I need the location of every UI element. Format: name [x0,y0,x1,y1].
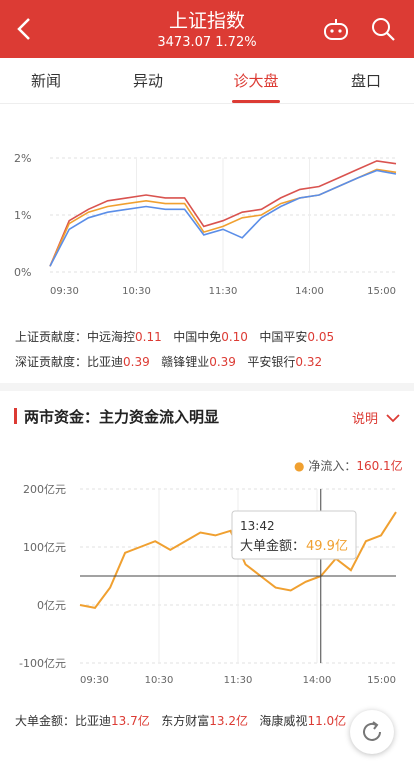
refresh-button[interactable] [350,710,394,754]
tab-news[interactable]: 新闻 [6,70,86,91]
explain-label: 说明 [352,412,379,427]
x-tick-label: 11:30 [209,286,238,297]
tab-movements[interactable]: 异动 [108,70,188,91]
robot-icon[interactable] [322,18,350,42]
contrib-name[interactable]: 中国平安 [259,330,307,344]
y-tick-label: 2% [14,152,31,165]
bottom-label: 大单金额： [15,714,76,728]
legend-dot-icon: ● [294,459,305,473]
tab-bar: 新闻 异动 诊大盘 盘口 [0,58,414,104]
contrib-label: 上证贡献度： [15,330,88,344]
bottom-name[interactable]: 比亚迪 [75,714,111,728]
chart-legend: ● 净流入：160.1亿 [294,457,403,474]
x-tick-label: 09:30 [80,675,109,686]
index-quote: 3473.07 1.72% [157,35,257,50]
y-tick-label: 1% [14,209,31,222]
section-divider [0,383,414,391]
x-tick-label: 10:30 [145,675,174,686]
legend-label: 净流入： [308,459,357,473]
contrib-name[interactable]: 比亚迪 [87,355,123,369]
x-tick-label: 14:00 [303,675,332,686]
chart-tooltip: 13:42 大单金额： 49.9亿 [231,510,357,560]
tab-diagnosis[interactable]: 诊大盘 [216,70,296,91]
search-icon[interactable] [370,16,396,42]
y-tick-label: -100亿元 [19,657,66,670]
contrib-name[interactable]: 中远海控 [87,330,135,344]
y-tick-label: 200亿元 [23,483,66,496]
bottom-value: 13.2亿 [209,714,248,728]
sh-contribution-row: 上证贡献度：中远海控0.11 中国中免0.10 中国平安0.05 [15,328,334,345]
contrib-name[interactable]: 中国中免 [173,330,221,344]
fund-flow-chart[interactable]: -100亿元 0亿元 100亿元 200亿元 09:30 10:30 11:30 14:00 1… [0,475,414,695]
contrib-value: 0.05 [307,330,335,344]
contrib-value: 0.39 [123,355,150,369]
contrib-value: 0.39 [209,355,236,369]
sz-contribution-row: 深证贡献度：比亚迪0.39 赣锋锂业0.39 平安银行0.32 [15,353,322,370]
contrib-value: 0.10 [221,330,248,344]
x-tick-label: 10:30 [122,286,151,297]
y-tick-label: 0% [14,266,31,279]
contrib-label: 深证贡献度： [15,355,88,369]
x-tick-label: 14:00 [295,286,324,297]
active-tab-indicator [232,100,280,103]
app-header: 上证指数 3473.07 1.72% [0,0,414,58]
index-intraday-chart: 0% 1% 2% 09:30 10:30 11:30 14:00 15:00 [14,152,397,297]
tooltip-value: 49.9亿 [306,539,348,554]
contrib-name[interactable]: 赣锋锂业 [161,355,209,369]
bottom-value: 13.7亿 [111,714,150,728]
y-tick-label: 100亿元 [23,541,66,554]
bottom-name[interactable]: 东方财富 [161,714,209,728]
contrib-name[interactable]: 平安银行 [247,355,295,369]
tooltip-time: 13:42 [240,519,275,533]
y-tick-label: 0亿元 [37,599,66,612]
explain-button[interactable]: 说明 [352,408,400,427]
bottom-value: 11.0亿 [307,714,347,728]
chevron-down-icon [386,414,400,423]
large-order-row: 大单金额：比亚迪13.7亿 东方财富13.2亿 海康威视11.0亿 [15,712,346,729]
x-tick-label: 09:30 [50,286,79,297]
refresh-icon [363,721,381,741]
contrib-value: 0.32 [295,355,323,369]
x-tick-label: 11:30 [224,675,253,686]
section-title: 两市资金：主力资金流入明显 [24,408,220,426]
x-tick-label: 15:00 [367,675,396,686]
x-tick-label: 15:00 [367,286,396,297]
page-title: 上证指数 [168,10,245,32]
section-accent-bar [14,408,17,424]
contrib-value: 0.11 [135,330,162,344]
bottom-name[interactable]: 海康威视 [259,714,307,728]
tooltip-label: 大单金额： [240,538,305,554]
tab-order-book[interactable]: 盘口 [326,70,406,91]
legend-value: 160.1亿 [356,459,403,473]
